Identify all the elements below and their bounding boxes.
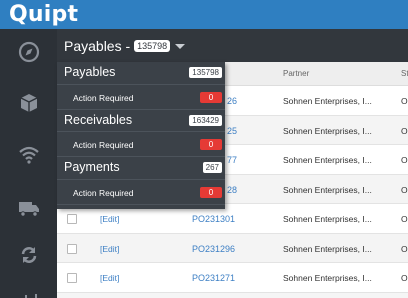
menu-item-payments-action-required[interactable]: Action Required 0 — [57, 180, 225, 205]
row-checkbox[interactable] — [67, 273, 77, 283]
po-link[interactable]: PO231271 — [192, 273, 235, 283]
menu-item-label: Payments — [64, 160, 120, 174]
section-dropdown-menu: Payables 135798 Action Required 0 Receiv… — [57, 62, 225, 209]
app-logo[interactable]: Quipt — [9, 2, 78, 27]
status-cell: O — [401, 243, 408, 254]
row-checkbox[interactable] — [67, 214, 77, 224]
sidebar — [0, 29, 57, 298]
menu-item-label: Payables — [64, 65, 116, 79]
po-link[interactable]: 28 — [227, 185, 237, 195]
column-header-status[interactable]: St — [401, 69, 408, 78]
sync-icon[interactable] — [17, 243, 41, 267]
po-link[interactable]: 26 — [227, 96, 237, 106]
row-checkbox[interactable] — [67, 243, 77, 254]
chevron-down-icon — [175, 43, 186, 49]
box-icon[interactable] — [17, 91, 41, 115]
truck-icon[interactable] — [17, 196, 41, 220]
po-link[interactable]: 77 — [227, 155, 237, 165]
section-count-badge: 135798 — [134, 40, 171, 52]
alert-count-badge: 0 — [200, 91, 222, 103]
status-cell: O — [401, 214, 408, 224]
status-cell: O — [401, 155, 408, 165]
count-badge: 267 — [202, 162, 222, 173]
wifi-icon[interactable] — [17, 143, 41, 167]
chart-icon[interactable] — [17, 287, 41, 298]
section-title: Payables - — [64, 38, 131, 54]
status-cell: O — [401, 184, 408, 195]
menu-item-label: Action Required — [73, 187, 134, 198]
partner-cell: Sohnen Enterprises, I... — [283, 243, 372, 254]
section-header: Payables - 135798 — [57, 29, 408, 62]
partner-cell: Sohnen Enterprises, I... — [283, 155, 372, 165]
alert-count-badge: 0 — [200, 186, 222, 198]
edit-link[interactable]: [Edit] — [100, 214, 119, 224]
status-cell: O — [401, 96, 408, 106]
section-dropdown-toggle[interactable]: Payables - 135798 — [64, 38, 186, 54]
partner-cell: Sohnen Enterprises, I... — [283, 96, 372, 106]
edit-link[interactable]: [Edit] — [100, 244, 119, 254]
menu-item-label: Action Required — [73, 92, 134, 103]
po-link[interactable]: 25 — [227, 126, 237, 136]
table-row: [Edit] PO231271 Sohnen Enterprises, I...… — [57, 263, 408, 293]
partner-cell: Sohnen Enterprises, I... — [283, 184, 372, 195]
partner-cell: Sohnen Enterprises, I... — [283, 214, 372, 224]
count-badge: 135798 — [189, 67, 222, 78]
column-header-partner[interactable]: Partner — [283, 69, 309, 78]
menu-item-label: Receivables — [64, 112, 133, 127]
po-link[interactable]: PO231296 — [192, 244, 235, 254]
status-cell: O — [401, 125, 408, 136]
compass-icon[interactable] — [17, 40, 41, 64]
partner-cell: Sohnen Enterprises, I... — [283, 273, 372, 283]
menu-item-label: Action Required — [73, 140, 134, 150]
menu-item-receivables-action-required[interactable]: Action Required 0 — [57, 132, 225, 157]
status-cell: O — [401, 273, 408, 283]
menu-item-payables[interactable]: Payables 135798 — [57, 62, 225, 85]
count-badge: 163429 — [189, 114, 222, 126]
menu-item-payables-action-required[interactable]: Action Required 0 — [57, 85, 225, 110]
top-bar: Quipt — [0, 0, 408, 29]
po-link[interactable]: PO231301 — [192, 214, 235, 224]
partner-cell: Sohnen Enterprises, I... — [283, 125, 372, 136]
menu-item-payments[interactable]: Payments 267 — [57, 157, 225, 180]
table-row: [Edit] PO231296 Sohnen Enterprises, I...… — [57, 233, 408, 263]
alert-count-badge: 0 — [200, 139, 222, 150]
edit-link[interactable]: [Edit] — [100, 273, 119, 283]
menu-item-receivables[interactable]: Receivables 163429 — [57, 110, 225, 132]
